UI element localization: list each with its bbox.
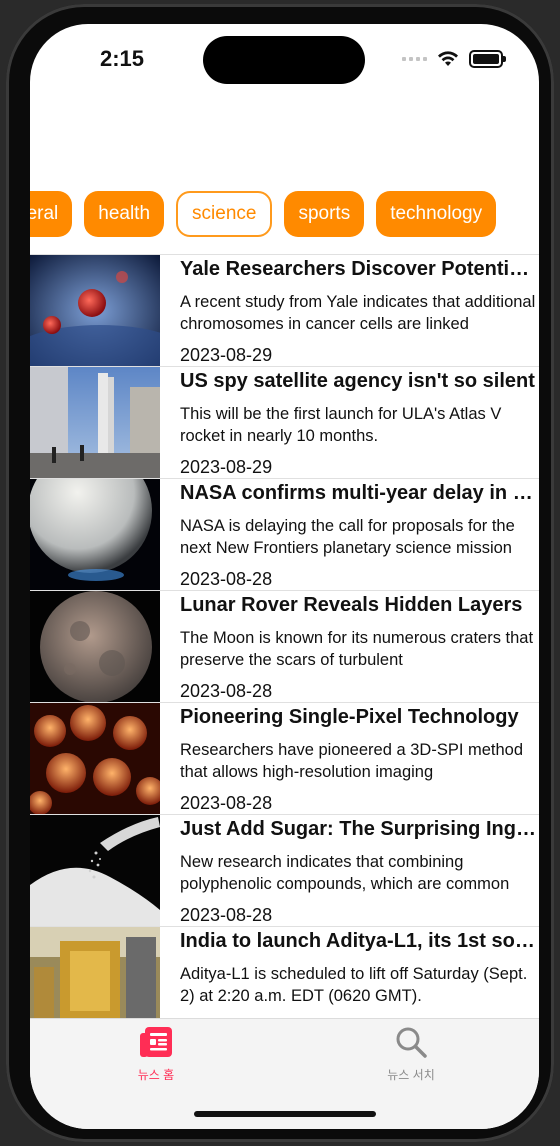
article-description: The Moon is known for its numerous crate…	[180, 629, 534, 669]
article-description: A recent study from Yale indicates that …	[180, 293, 536, 333]
phone-frame: 2:15 neral health science sports te	[0, 0, 560, 1146]
article-row[interactable]: Just Add Sugar: The Surprising Ingredien…	[30, 814, 539, 926]
article-body: US spy satellite agency isn't so silent …	[180, 367, 539, 478]
status-time: 2:15	[100, 46, 145, 71]
app-screen: 2:15 neral health science sports te	[30, 24, 539, 1129]
icy-moon-image	[30, 479, 160, 590]
article-title: Yale Researchers Discover Potential Link	[180, 258, 539, 280]
article-date: 2023-08-29	[180, 457, 273, 477]
category-chip-general[interactable]: neral	[30, 191, 73, 237]
article-body: Yale Researchers Discover Potential Link…	[180, 255, 539, 366]
article-title: NASA confirms multi-year delay in planet…	[180, 482, 539, 504]
phone-bezel: 2:15 neral health science sports te	[6, 4, 554, 1142]
newspaper-icon	[140, 1027, 172, 1057]
article-date: 2023-08-28	[180, 793, 273, 813]
tab-news-home[interactable]: 뉴스 홈	[96, 1025, 216, 1083]
article-title: Just Add Sugar: The Surprising Ingredien…	[180, 818, 539, 840]
article-date: 2023-08-29	[180, 345, 273, 365]
article-row[interactable]: US spy satellite agency isn't so silent …	[30, 366, 539, 478]
tab-news-home-label: 뉴스 홈	[137, 1068, 175, 1082]
article-description: Researchers have pioneered a 3D-SPI meth…	[180, 741, 524, 781]
article-body: Lunar Rover Reveals Hidden Layers The Mo…	[180, 591, 539, 702]
article-title: Lunar Rover Reveals Hidden Layers	[180, 594, 523, 616]
status-icons	[402, 50, 506, 68]
battery-icon	[469, 50, 506, 68]
category-chip-technology[interactable]: technology	[376, 191, 497, 237]
article-date: 2023-08-28	[180, 569, 273, 589]
article-row[interactable]: NASA confirms multi-year delay in planet…	[30, 478, 539, 590]
cells-image	[30, 703, 160, 814]
home-indicator	[194, 1111, 376, 1117]
article-date: 2023-08-28	[180, 905, 273, 925]
article-row[interactable]: Pioneering Single-Pixel Technology Resea…	[30, 702, 539, 814]
article-body: Just Add Sugar: The Surprising Ingredien…	[180, 815, 539, 926]
article-title: Pioneering Single-Pixel Technology	[180, 706, 519, 728]
article-row[interactable]: Yale Researchers Discover Potential Link…	[30, 254, 539, 366]
article-description: Aditya-L1 is scheduled to lift off Satur…	[180, 965, 528, 1005]
dynamic-island	[203, 36, 365, 84]
rocket-launch-image	[30, 367, 160, 478]
article-title: India to launch Aditya-L1, its 1st solar…	[180, 930, 539, 952]
article-body: NASA confirms multi-year delay in planet…	[180, 479, 539, 590]
article-description: New research indicates that combining po…	[180, 853, 510, 893]
cellular-signal-icon	[402, 57, 427, 61]
sugar-image	[30, 815, 160, 926]
category-chip-sports[interactable]: sports	[284, 191, 365, 237]
article-description: NASA is delaying the call for proposals …	[180, 517, 515, 557]
search-icon	[396, 1027, 427, 1058]
tab-news-search-label: 뉴스 서치	[387, 1068, 435, 1082]
article-description: This will be the first launch for ULA's …	[180, 405, 502, 445]
article-date: 2023-08-28	[180, 681, 273, 701]
category-chip-health[interactable]: health	[84, 191, 165, 237]
article-row[interactable]: Lunar Rover Reveals Hidden Layers The Mo…	[30, 590, 539, 702]
wifi-icon	[438, 51, 458, 66]
category-chip-science[interactable]: science	[176, 191, 273, 237]
tab-bar: 뉴스 홈 뉴스 서치	[30, 1018, 539, 1129]
article-list: Yale Researchers Discover Potential Link…	[30, 254, 539, 1038]
article-title: US spy satellite agency isn't so silent	[180, 370, 535, 392]
article-body: Pioneering Single-Pixel Technology Resea…	[180, 703, 539, 814]
category-chips: neral health science sports technology	[30, 191, 497, 237]
moon-image	[30, 591, 160, 702]
cancer-cell-image	[30, 255, 160, 366]
tab-news-search[interactable]: 뉴스 서치	[351, 1025, 471, 1083]
